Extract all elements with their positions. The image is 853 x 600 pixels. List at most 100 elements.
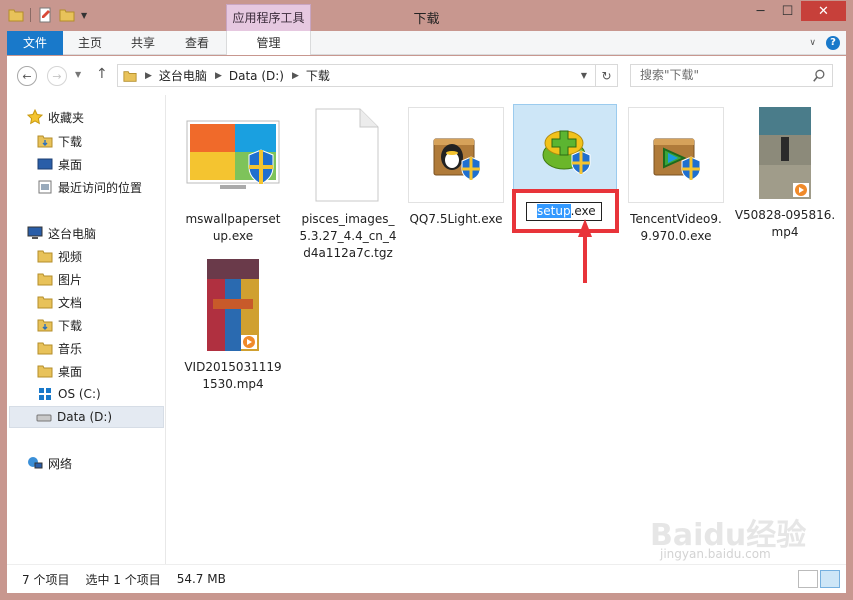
large-icons-view-icon[interactable] (820, 570, 840, 588)
address-dropdown-icon[interactable]: ▼ (573, 65, 595, 86)
windows-drive-icon (39, 388, 51, 400)
nav-item-label: 下载 (58, 134, 83, 149)
file-name: V50828-095816. mp4 (734, 208, 836, 239)
nav-pc-drive-d[interactable]: Data (D:) (9, 406, 164, 428)
tab-share[interactable]: 共享 (117, 31, 169, 55)
chevron-right-icon[interactable]: ▶ (215, 71, 222, 81)
ribbon-right-controls: ∨ ? (809, 36, 840, 50)
file-name: pisces_images_ 5.3.27_4.4_cn_4 d4a112a7c.t… (299, 212, 397, 260)
status-selected-count: 选中 1 个项目 (85, 572, 161, 587)
nav-network-label: 网络 (48, 456, 73, 471)
file-name: mswallpaperset up.exe (185, 212, 281, 243)
desktop-icon (37, 158, 53, 170)
setup-installer-icon (513, 104, 617, 192)
back-button[interactable]: ← (17, 66, 37, 86)
downloads-folder-icon (37, 135, 53, 148)
file-name: TencentVideo9. 9.970.0.exe (630, 212, 722, 243)
annotation-arrow-icon (578, 219, 592, 283)
computer-icon (27, 226, 43, 239)
nav-item-label: 音乐 (58, 341, 83, 356)
close-button[interactable]: ✕ (801, 1, 846, 21)
navigation-pane: 收藏夹 下载 桌面 最近访问的位置 这台电脑 视频 图片 文档 下载 音乐 桌面… (7, 95, 166, 564)
status-selected-size: 54.7 MB (176, 572, 226, 586)
wallpaper-installer-icon (185, 107, 281, 203)
nav-favorite-downloads[interactable]: 下载 (37, 130, 82, 152)
chevron-right-icon[interactable]: ▶ (292, 71, 299, 81)
breadcrumb-data-d[interactable]: Data (D:) (229, 69, 284, 83)
file-list[interactable]: mswallpaperset up.exe pisces_images_ 5.3.2… (166, 95, 846, 564)
nav-favorite-desktop[interactable]: 桌面 (37, 153, 82, 175)
window-title: 下载 (413, 12, 440, 27)
file-item[interactable]: TencentVideo9. 9.970.0.exe (625, 107, 727, 245)
address-bar[interactable]: ▶ 这台电脑 ▶ Data (D:) ▶ 下载 ▼ ↻ (117, 64, 618, 87)
nav-pc-downloads[interactable]: 下载 (37, 314, 82, 336)
nav-favorite-recent[interactable]: 最近访问的位置 (37, 176, 142, 198)
folder-icon (123, 70, 137, 82)
videos-folder-icon (37, 250, 53, 263)
maximize-button[interactable]: ☐ (774, 1, 801, 21)
network-icon (28, 457, 43, 469)
tab-manage[interactable]: 管理 (226, 31, 311, 55)
recent-places-icon (38, 180, 52, 194)
nav-item-label: OS (C:) (58, 387, 101, 401)
nav-pc-pictures[interactable]: 图片 (37, 268, 82, 290)
nav-item-label: 文档 (58, 295, 83, 310)
up-button[interactable]: ↑ (96, 66, 108, 82)
downloads-folder-icon (37, 319, 53, 332)
file-item[interactable]: pisces_images_ 5.3.27_4.4_cn_4 d4a112a7c.t… (297, 107, 399, 262)
breadcrumb: ▶ 这台电脑 ▶ Data (D:) ▶ 下载 (137, 67, 330, 84)
explorer-window: ▼ 应用程序工具 下载 ─ ☐ ✕ 文件 主页 共享 查看 管理 ∨ ? ← →… (0, 0, 853, 600)
details-view-icon[interactable] (798, 570, 818, 588)
chevron-right-icon[interactable]: ▶ (145, 71, 152, 81)
nav-pc-desktop[interactable]: 桌面 (37, 360, 82, 382)
nav-pc-videos[interactable]: 视频 (37, 245, 82, 267)
refresh-icon[interactable]: ↻ (595, 65, 617, 86)
file-item[interactable]: VID2015031119 1530.mp4 (182, 259, 284, 393)
nav-this-pc[interactable]: 这台电脑 (27, 222, 96, 244)
star-icon (27, 109, 43, 125)
forward-button[interactable]: → (47, 66, 67, 86)
file-item[interactable]: V50828-095816. mp4 (734, 107, 836, 241)
search-placeholder: 搜索"下载" (640, 68, 700, 82)
qq-installer-icon (408, 107, 504, 203)
file-item-selected[interactable]: setup.exe (512, 104, 618, 221)
breadcrumb-downloads[interactable]: 下载 (306, 67, 330, 84)
minimize-button[interactable]: ─ (747, 1, 774, 21)
tab-view[interactable]: 查看 (169, 31, 225, 55)
file-item[interactable]: mswallpaperset up.exe (182, 107, 284, 245)
nav-pc-music[interactable]: 音乐 (37, 337, 82, 359)
watermark-url: jingyan.baidu.com (660, 547, 771, 561)
help-icon[interactable]: ? (826, 36, 840, 50)
annotation-highlight-box (512, 189, 619, 233)
nav-item-label: 最近访问的位置 (58, 180, 143, 195)
nav-favorites-label: 收藏夹 (48, 110, 85, 125)
nav-favorites[interactable]: 收藏夹 (27, 106, 84, 128)
tab-file[interactable]: 文件 (7, 31, 63, 55)
tab-home[interactable]: 主页 (63, 31, 117, 55)
view-switcher (798, 570, 840, 588)
nav-network[interactable]: 网络 (27, 452, 72, 474)
nav-pc-documents[interactable]: 文档 (37, 291, 82, 313)
nav-item-label: 桌面 (58, 364, 83, 379)
search-input[interactable]: 搜索"下载" (630, 64, 833, 87)
nav-item-label: 下载 (58, 318, 83, 333)
recent-locations-icon[interactable]: ▼ (75, 70, 81, 79)
ribbon-expand-icon[interactable]: ∨ (809, 38, 816, 48)
nav-pc-drive-c[interactable]: OS (C:) (37, 383, 101, 405)
address-controls: ▼ ↻ (573, 65, 617, 86)
file-item[interactable]: QQ7.5Light.exe (405, 107, 507, 228)
ribbon-tabs: 文件 主页 共享 查看 管理 ∨ ? (7, 31, 846, 55)
generic-file-icon (300, 107, 396, 203)
drive-icon (36, 414, 52, 422)
window-controls: ─ ☐ ✕ (747, 1, 846, 21)
desktop-folder-icon (37, 365, 53, 378)
navigation-bar: ← → ▼ ↑ ▶ 这台电脑 ▶ Data (D:) ▶ 下载 ▼ ↻ 搜索"下… (7, 56, 846, 95)
file-name: VID2015031119 1530.mp4 (184, 360, 282, 391)
nav-item-label: 桌面 (58, 157, 83, 172)
nav-this-pc-label: 这台电脑 (48, 226, 97, 241)
breadcrumb-this-pc[interactable]: 这台电脑 (159, 67, 207, 84)
search-icon[interactable] (812, 69, 826, 83)
video-thumbnail (207, 259, 259, 351)
title-bar: ▼ 应用程序工具 下载 ─ ☐ ✕ (0, 0, 853, 32)
nav-item-label: 图片 (58, 272, 83, 287)
